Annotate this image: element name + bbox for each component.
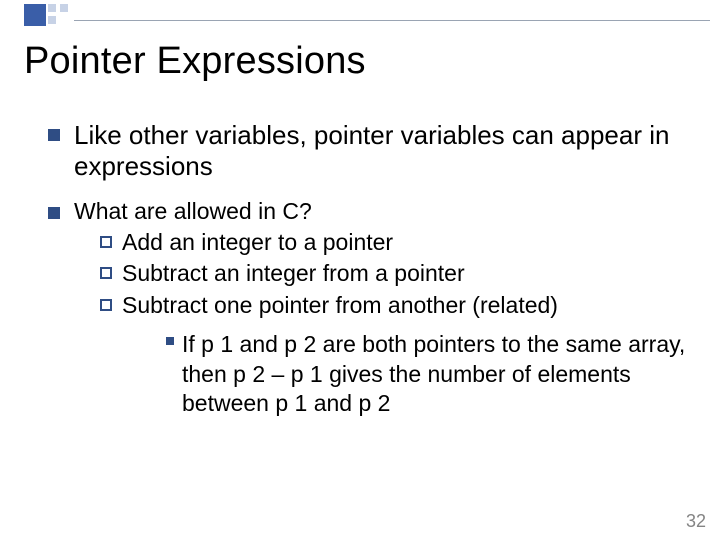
slide-body: Like other variables, pointer variables … <box>48 120 692 435</box>
bullet-level3: If p 1 and p 2 are both pointers to the … <box>166 330 692 418</box>
divider-line <box>74 20 710 21</box>
top-decoration <box>0 0 720 26</box>
hollow-square-icon <box>100 267 112 279</box>
bullet-text: What are allowed in C? <box>74 198 692 226</box>
accent-square-small <box>60 4 68 12</box>
sub-bullet-text: Add an integer to a pointer <box>122 228 393 257</box>
accent-square-large <box>24 4 46 26</box>
note-text: If p 1 and p 2 are both pointers to the … <box>182 330 692 418</box>
page-number: 32 <box>686 511 706 532</box>
sub-bullet-text: Subtract one pointer from another (relat… <box>122 291 558 320</box>
accent-square-small <box>48 16 56 24</box>
sub-bullet-text: Subtract an integer from a pointer <box>122 259 465 288</box>
bullet-level2: Subtract one pointer from another (relat… <box>100 291 692 320</box>
hollow-square-icon <box>100 236 112 248</box>
accent-square-small <box>48 4 56 12</box>
small-square-bullet-icon <box>166 337 174 345</box>
square-bullet-icon <box>48 129 60 141</box>
bullet-level1: Like other variables, pointer variables … <box>48 120 692 182</box>
bullet-level2: Add an integer to a pointer <box>100 228 692 257</box>
slide-title: Pointer Expressions <box>24 40 366 83</box>
bullet-level2: Subtract an integer from a pointer <box>100 259 692 288</box>
bullet-level1: What are allowed in C? Add an integer to… <box>48 198 692 418</box>
bullet-text: Like other variables, pointer variables … <box>74 120 692 182</box>
slide: Pointer Expressions Like other variables… <box>0 0 720 540</box>
hollow-square-icon <box>100 299 112 311</box>
square-bullet-icon <box>48 207 60 219</box>
